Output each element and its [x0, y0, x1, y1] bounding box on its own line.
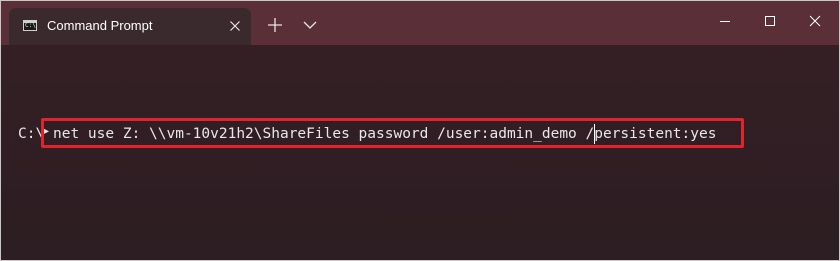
close-icon[interactable] — [805, 11, 825, 31]
terminal-output[interactable]: C:\ ▸ net use Z: \\vm-10v21h2\ShareFiles… — [1, 45, 839, 260]
tab-title: Command Prompt — [47, 18, 153, 33]
plus-icon[interactable] — [264, 15, 286, 35]
tab-command-prompt[interactable]: C:\ Command Prompt — [9, 8, 251, 45]
title-bar: C:\ Command Prompt — [1, 1, 839, 45]
cmd-icon-glyph: C:\ — [25, 22, 36, 29]
minimize-icon[interactable] — [715, 11, 735, 31]
chevron-down-icon[interactable] — [300, 15, 320, 35]
close-icon[interactable] — [227, 18, 243, 34]
terminal-window: C:\ Command Prompt C:\ ▸ net use Z: \\vm… — [0, 0, 840, 261]
maximize-icon[interactable] — [760, 11, 780, 31]
command-highlight — [41, 118, 744, 148]
cmd-icon: C:\ — [23, 20, 37, 31]
